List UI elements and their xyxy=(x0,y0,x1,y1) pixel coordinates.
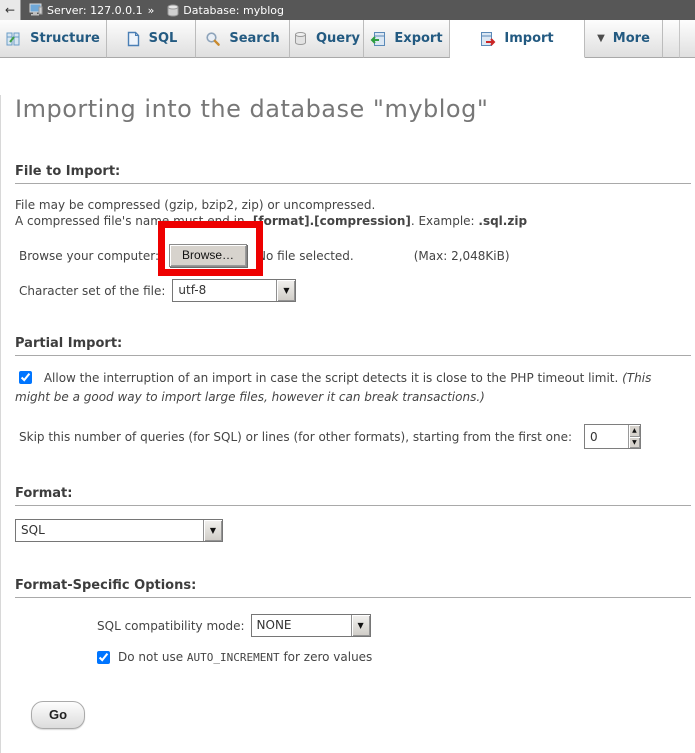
sql-compatibility-select[interactable]: NONE ▼ xyxy=(251,614,371,637)
auto-increment-checkbox[interactable] xyxy=(97,651,110,664)
help-line1: File may be compressed (gzip, bzip2, zip… xyxy=(15,198,375,212)
charset-label: Character set of the file: xyxy=(19,284,165,298)
main-content: Importing into the database "myblog" Fil… xyxy=(0,95,695,753)
search-icon xyxy=(205,31,221,47)
charset-row: Character set of the file: utf-8 ▼ xyxy=(19,279,695,302)
breadcrumb-database[interactable]: Database: myblog xyxy=(183,4,284,17)
dropdown-arrow-icon: ▼ xyxy=(203,520,222,541)
tab-label: More xyxy=(613,31,650,46)
dropdown-arrow-icon: ▼ xyxy=(276,280,295,301)
browse-button[interactable]: Browse… xyxy=(169,244,247,267)
charset-select[interactable]: utf-8 ▼ xyxy=(172,279,296,302)
tab-bar: Structure SQL Search Query xyxy=(0,20,695,58)
auto-increment-prefix: Do not use xyxy=(118,650,187,664)
charset-select-value: utf-8 xyxy=(173,280,212,301)
stepper-down-button[interactable]: ▼ xyxy=(629,437,640,449)
sql-compatibility-row: SQL compatibility mode: NONE ▼ xyxy=(97,614,695,637)
tab-search[interactable]: Search xyxy=(196,20,290,58)
auto-increment-text: Do not use AUTO_INCREMENT for zero value… xyxy=(118,650,372,664)
tab-label: Export xyxy=(394,31,442,46)
section-heading-format: Format: xyxy=(15,486,691,506)
tab-structure[interactable]: Structure xyxy=(0,20,107,58)
export-icon xyxy=(370,31,386,47)
breadcrumb-separator: » xyxy=(148,4,155,17)
tab-bar-filler xyxy=(663,20,680,58)
tab-label: Structure xyxy=(30,31,100,46)
tab-label: Query xyxy=(316,31,360,46)
query-icon xyxy=(293,31,308,46)
back-arrow-button[interactable]: ← xyxy=(0,0,21,20)
browse-row: Browse your computer: Browse… No file se… xyxy=(19,244,695,267)
tab-label: SQL xyxy=(149,31,178,46)
sql-icon xyxy=(125,31,141,47)
server-icon xyxy=(29,3,43,17)
section-heading-file-to-import: File to Import: xyxy=(15,164,691,184)
tab-export[interactable]: Export xyxy=(364,20,450,58)
stepper-up-button[interactable]: ▲ xyxy=(629,425,640,437)
no-file-selected-text: No file selected. xyxy=(257,249,354,263)
page-title: Importing into the database "myblog" xyxy=(15,95,695,123)
import-icon xyxy=(480,31,496,47)
interrupt-checkbox[interactable] xyxy=(19,371,32,384)
tab-import[interactable]: Import xyxy=(450,20,585,58)
skip-queries-label: Skip this number of queries (for SQL) or… xyxy=(19,430,572,444)
tab-label: Search xyxy=(229,31,279,46)
tab-sql[interactable]: SQL xyxy=(107,20,196,58)
skip-queries-input[interactable] xyxy=(585,425,628,448)
help-format-pattern: .[format].[compression] xyxy=(248,214,410,228)
stepper-buttons: ▲ ▼ xyxy=(628,425,640,448)
format-select[interactable]: SQL ▼ xyxy=(15,519,223,542)
sql-compatibility-label: SQL compatibility mode: xyxy=(97,619,245,633)
auto-increment-row: Do not use AUTO_INCREMENT for zero value… xyxy=(93,650,695,664)
format-select-value: SQL xyxy=(16,520,51,541)
help-line2-prefix: A compressed file's name must end in xyxy=(15,214,248,228)
tab-query[interactable]: Query xyxy=(290,20,364,58)
breadcrumb-server[interactable]: Server: 127.0.0.1 xyxy=(47,4,143,17)
go-button[interactable]: Go xyxy=(31,701,85,729)
tab-label: Import xyxy=(504,31,553,46)
help-line2-mid: . Example: xyxy=(411,214,479,228)
max-size-note: (Max: 2,048KiB) xyxy=(414,249,510,263)
database-icon xyxy=(167,4,179,17)
browse-label: Browse your computer: xyxy=(19,249,159,263)
tab-bar-filler xyxy=(680,20,695,58)
chevron-down-icon: ▼ xyxy=(597,33,605,44)
help-example: .sql.zip xyxy=(478,214,527,228)
auto-increment-suffix: for zero values xyxy=(280,650,373,664)
breadcrumb: ← Server: 127.0.0.1 » Database: myblog xyxy=(0,0,695,20)
section-heading-format-options: Format-Specific Options: xyxy=(15,578,691,598)
structure-icon xyxy=(6,31,22,47)
sql-compatibility-value: NONE xyxy=(252,615,298,636)
file-import-help-text: File may be compressed (gzip, bzip2, zip… xyxy=(15,197,691,229)
skip-queries-stepper[interactable]: ▲ ▼ xyxy=(584,424,641,449)
interrupt-checkbox-row: Allow the interruption of an import in c… xyxy=(15,369,687,407)
dropdown-arrow-icon: ▼ xyxy=(351,615,370,636)
skip-queries-row: Skip this number of queries (for SQL) or… xyxy=(19,424,695,449)
interrupt-checkbox-text: Allow the interruption of an import in c… xyxy=(44,371,622,385)
tab-more[interactable]: ▼ More xyxy=(585,20,663,58)
auto-increment-code: AUTO_INCREMENT xyxy=(187,651,280,664)
section-heading-partial-import: Partial Import: xyxy=(15,336,691,356)
